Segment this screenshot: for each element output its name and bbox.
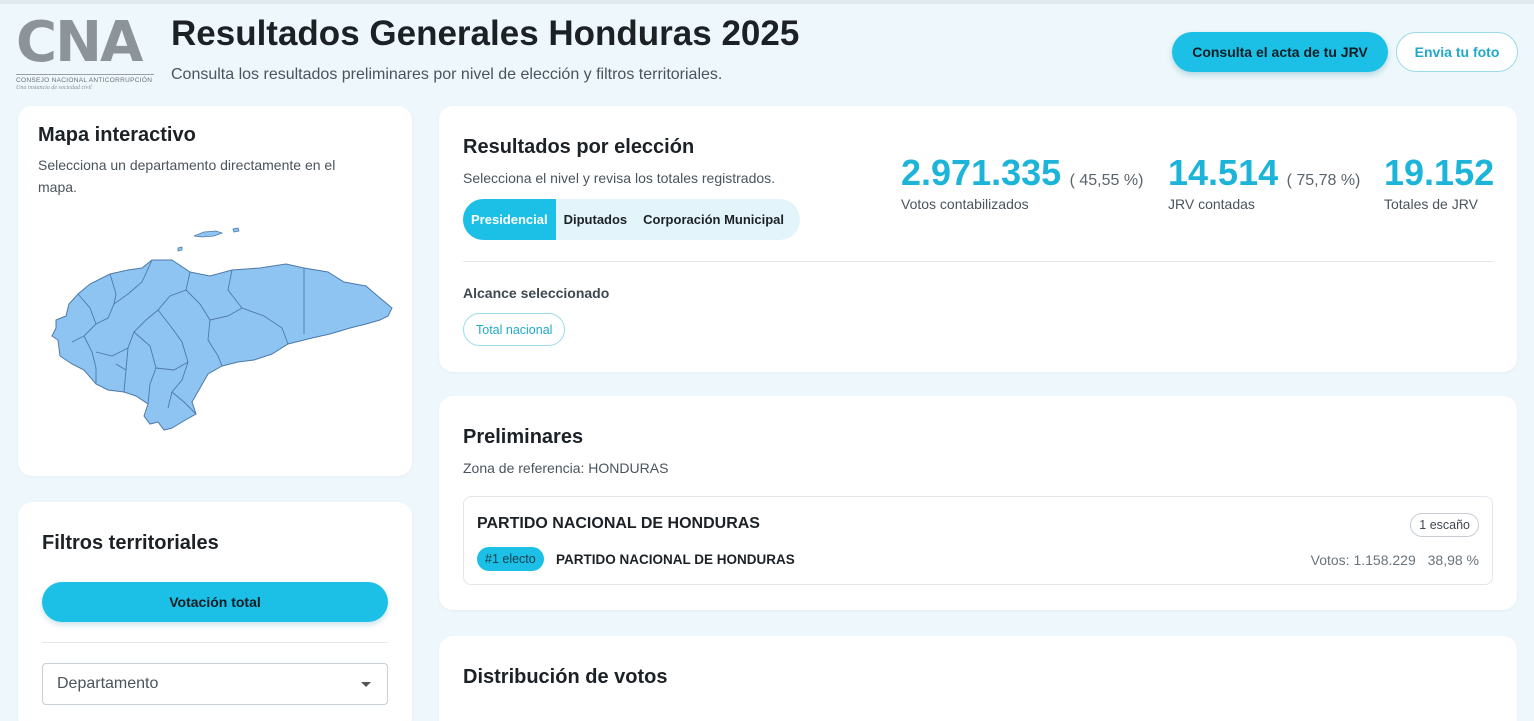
reference-zone: Zona de referencia: HONDURAS <box>463 460 669 476</box>
distribution-card: Distribución de votos <box>439 636 1517 721</box>
scope-chip[interactable]: Total nacional <box>463 313 566 346</box>
results-divider <box>463 261 1493 262</box>
results-description: Selecciona el nivel y revisa los totales… <box>463 170 776 186</box>
elected-badge: #1 electo <box>477 547 544 571</box>
caret-down-icon <box>361 682 371 687</box>
party-name: PARTIDO NACIONAL DE HONDURAS <box>477 515 760 532</box>
department-select-label: Departamento <box>57 675 159 692</box>
page-subtitle: Consulta los resultados preliminares por… <box>171 66 723 83</box>
stat-jrv-total: 19.152 Totales de JRV <box>1384 152 1494 212</box>
send-photo-button[interactable]: Envia tu foto <box>1396 32 1518 72</box>
honduras-outline[interactable] <box>51 259 393 431</box>
honduras-map[interactable] <box>32 224 402 446</box>
votes-info: Votos: 1.158.229 38,98 % <box>1311 552 1479 568</box>
page-title: Resultados Generales Honduras 2025 <box>171 14 800 53</box>
department-select[interactable]: Departamento <box>42 663 388 705</box>
cna-logo: CNA CONSEJO NACIONAL ANTICORRUPCIÓN Una … <box>16 10 154 91</box>
stat-percentage: ( 75,78 %) <box>1286 172 1361 189</box>
logo-subtitle: CONSEJO NACIONAL ANTICORRUPCIÓN <box>16 74 154 84</box>
votes-count: Votos: 1.158.229 <box>1310 552 1416 568</box>
map-title: Mapa interactivo <box>38 124 196 146</box>
stat-jrv-counted: 14.514 ( 75,78 %) JRV contadas <box>1168 152 1360 212</box>
island-small-2 <box>177 246 183 252</box>
votes-percentage: 38,98 % <box>1427 552 1479 568</box>
distribution-title: Distribución de votos <box>463 666 668 688</box>
filters-title: Filtros territoriales <box>42 532 219 554</box>
stat-label: JRV contadas <box>1168 196 1255 212</box>
party-result-card: PARTIDO NACIONAL DE HONDURAS 1 escaño #1… <box>463 496 1493 585</box>
tab-diputados[interactable]: Diputados <box>556 199 636 240</box>
total-vote-button[interactable]: Votación total <box>42 582 388 622</box>
candidate-name: PARTIDO NACIONAL DE HONDURAS <box>556 552 795 567</box>
bay-islands[interactable] <box>193 230 224 238</box>
tab-corporacion-municipal[interactable]: Corporación Municipal <box>635 199 792 240</box>
stat-value: 2.971.335 <box>901 152 1062 193</box>
top-border <box>0 0 1534 4</box>
stat-value: 14.514 <box>1168 152 1279 193</box>
scope-label: Alcance seleccionado <box>463 285 610 301</box>
stat-percentage: ( 45,55 %) <box>1069 172 1144 189</box>
logo-letters: CNA <box>16 10 143 75</box>
preliminares-title: Preliminares <box>463 426 584 448</box>
map-card: Mapa interactivo Selecciona un departame… <box>18 106 412 476</box>
seats-badge: 1 escaño <box>1410 513 1479 537</box>
results-title: Resultados por elección <box>463 136 695 158</box>
filters-card: Filtros territoriales Votación total Dep… <box>18 502 412 721</box>
consult-jrv-button[interactable]: Consulta el acta de tu JRV <box>1172 32 1388 72</box>
map-description: Selecciona un departamento directamente … <box>38 157 336 195</box>
stat-label: Votos contabilizados <box>901 196 1029 212</box>
tab-presidencial[interactable]: Presidencial <box>463 199 556 240</box>
preliminares-card: Preliminares Zona de referencia: HONDURA… <box>439 396 1517 610</box>
stat-votes-counted: 2.971.335 ( 45,55 %) Votos contabilizado… <box>901 152 1143 212</box>
logo-tagline: Una instancia de sociedad civil <box>16 85 92 91</box>
stat-label: Totales de JRV <box>1384 196 1478 212</box>
filters-divider <box>42 642 388 643</box>
stat-value: 19.152 <box>1384 152 1495 193</box>
results-card: Resultados por elección Selecciona el ni… <box>439 106 1517 372</box>
election-tabs: Presidencial Diputados Corporación Munic… <box>463 199 801 240</box>
island-small-1 <box>232 227 240 233</box>
